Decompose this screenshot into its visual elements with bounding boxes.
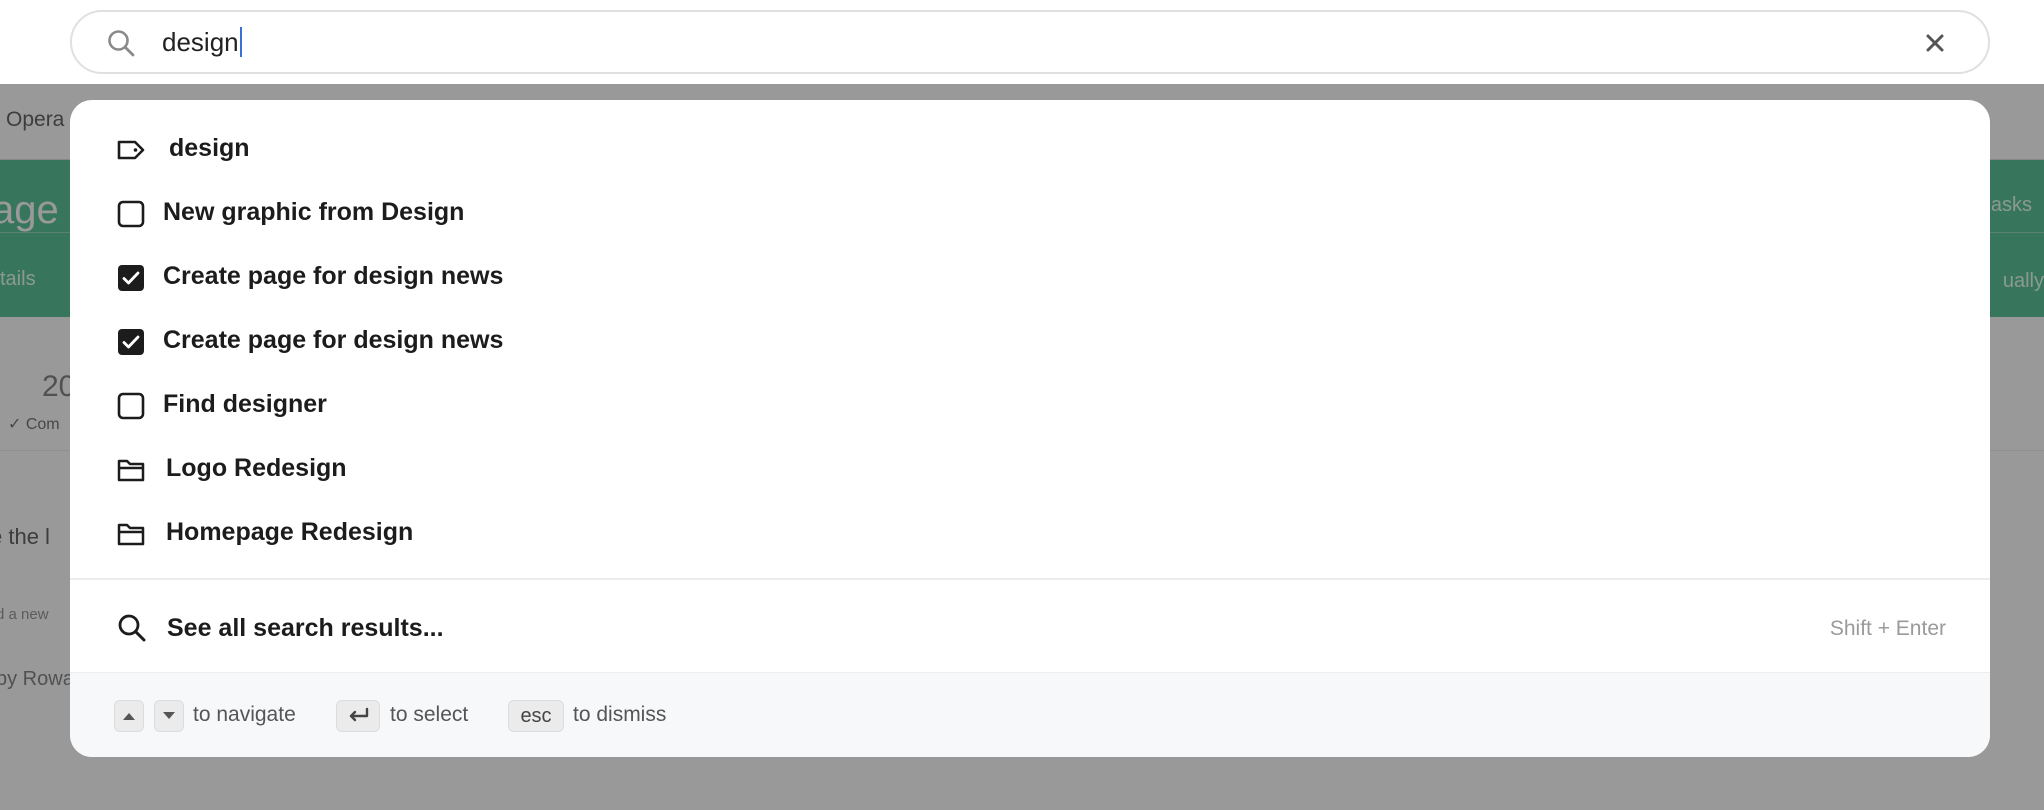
keyboard-hints-footer: to navigate to select esc to dismiss xyxy=(70,672,1990,757)
folder-icon xyxy=(116,519,146,549)
keyboard-shortcut-hint: Shift + Enter xyxy=(1829,617,1946,640)
see-all-label: See all search results... xyxy=(167,614,444,642)
result-label: Create page for design news xyxy=(163,326,504,354)
result-label: Find designer xyxy=(163,390,327,418)
checkbox-empty-icon[interactable] xyxy=(116,391,146,421)
result-project[interactable]: Logo Redesign xyxy=(70,441,1990,497)
arrow-down-key-icon xyxy=(154,700,184,732)
result-task[interactable]: Create page for design news xyxy=(70,249,1990,305)
result-project[interactable]: Homepage Redesign xyxy=(70,505,1990,561)
enter-key-icon xyxy=(336,700,380,732)
see-all-results-button[interactable]: See all search results... Shift + Enter xyxy=(70,590,1990,670)
result-label: Create page for design news xyxy=(163,262,504,290)
esc-key: esc xyxy=(508,700,564,732)
checkbox-checked-icon[interactable] xyxy=(116,327,146,357)
result-label: design xyxy=(169,134,250,162)
checkbox-checked-icon[interactable] xyxy=(116,263,146,293)
result-task[interactable]: Create page for design news xyxy=(70,313,1990,369)
result-task[interactable]: Find designer xyxy=(70,377,1990,433)
arrow-up-key-icon xyxy=(114,700,144,732)
search-icon xyxy=(106,28,136,58)
select-hint: to select xyxy=(390,703,469,726)
search-bar[interactable] xyxy=(70,10,1990,74)
search-input[interactable] xyxy=(162,20,1862,64)
tag-icon xyxy=(116,135,146,165)
folder-icon xyxy=(116,455,146,485)
dismiss-hint: to dismiss xyxy=(573,703,667,726)
search-icon xyxy=(116,612,148,644)
close-icon[interactable] xyxy=(1920,28,1950,58)
result-task[interactable]: New graphic from Design xyxy=(70,185,1990,241)
search-header xyxy=(0,0,2044,84)
result-label: Homepage Redesign xyxy=(166,518,414,546)
navigate-hint: to navigate xyxy=(193,703,296,726)
results-divider xyxy=(70,578,1990,580)
result-label: New graphic from Design xyxy=(163,198,465,226)
result-label: Logo Redesign xyxy=(166,454,347,482)
search-results-panel: design New graphic from Design Create pa… xyxy=(70,100,1990,757)
result-tag[interactable]: design xyxy=(70,121,1990,177)
checkbox-empty-icon[interactable] xyxy=(116,199,146,229)
text-caret xyxy=(240,27,242,57)
